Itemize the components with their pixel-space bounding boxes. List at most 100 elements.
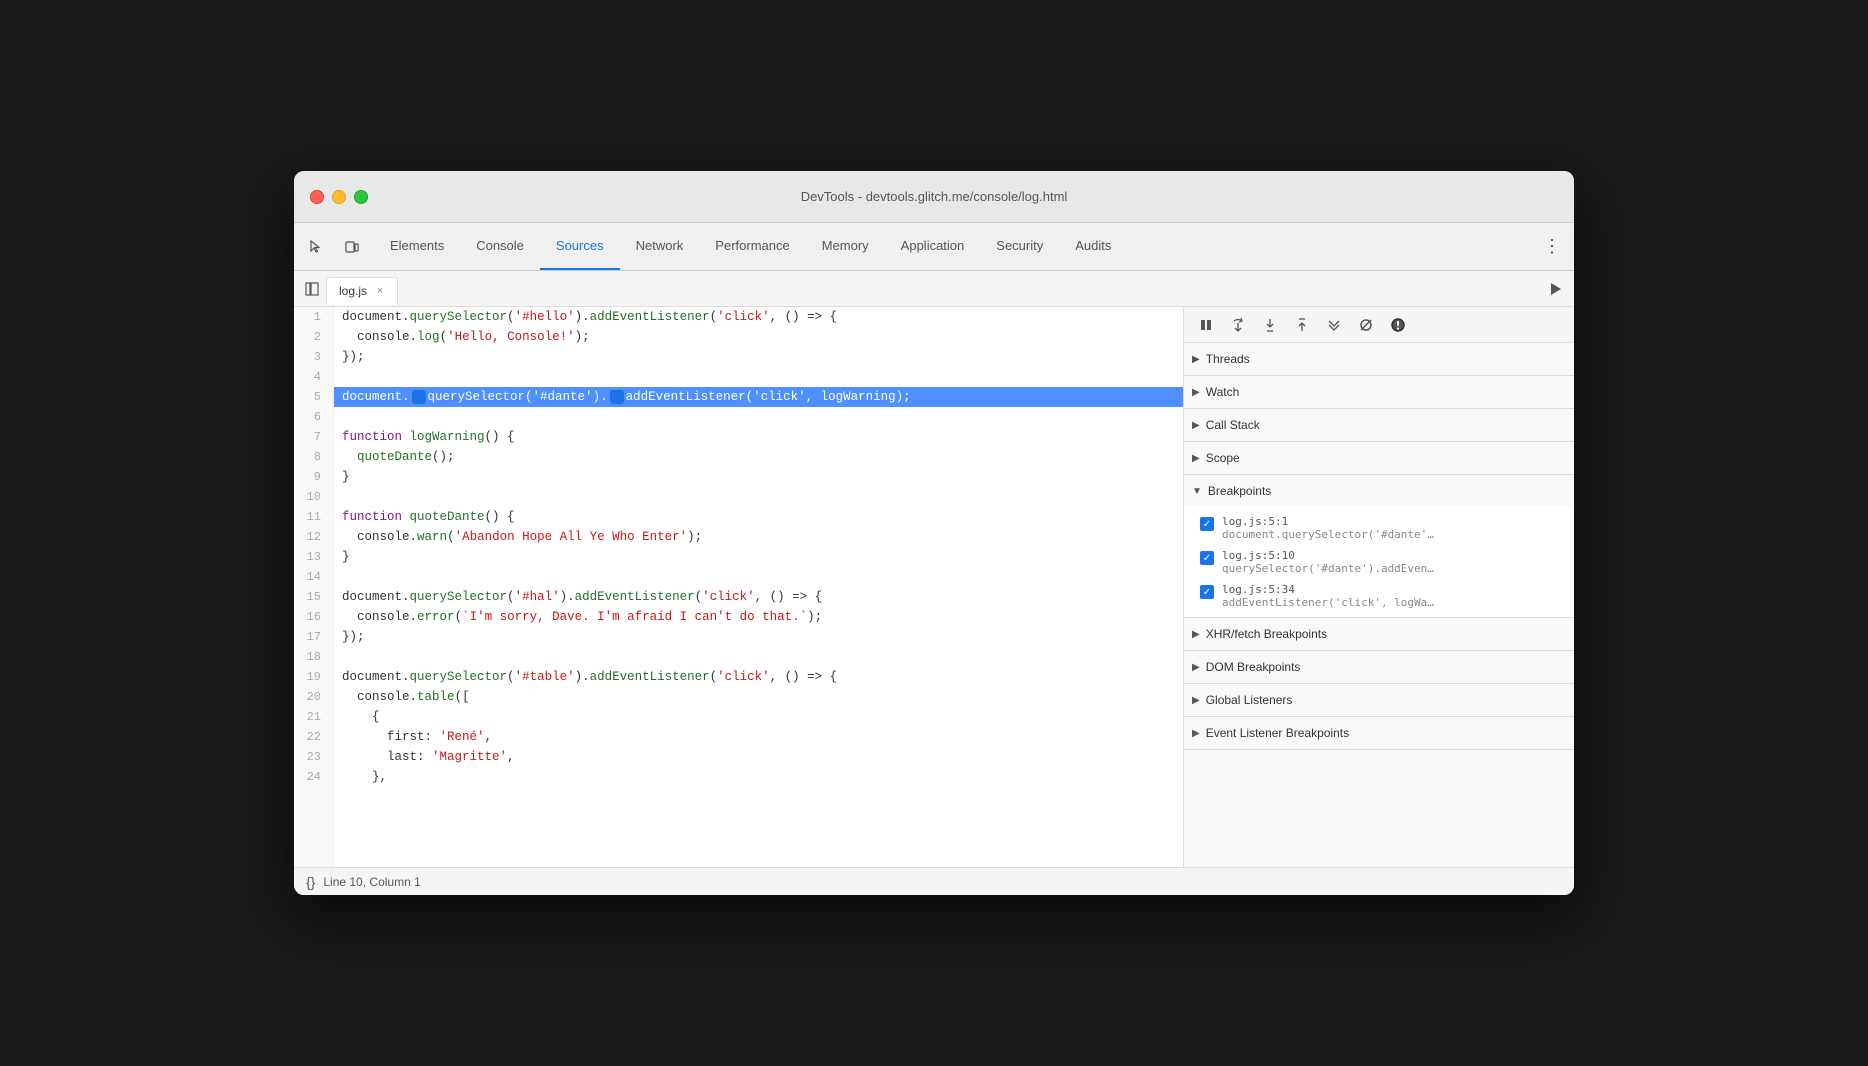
tab-application[interactable]: Application (885, 223, 981, 270)
breakpoint-preview-2: querySelector('#dante').addEven… (1222, 562, 1434, 575)
tab-sources[interactable]: Sources (540, 223, 620, 270)
callstack-section: Call Stack (1184, 409, 1574, 442)
global-triangle (1192, 695, 1200, 706)
maximize-button[interactable] (354, 190, 368, 204)
xhr-header[interactable]: XHR/fetch Breakpoints (1184, 618, 1574, 650)
tab-security[interactable]: Security (980, 223, 1059, 270)
right-panel: Threads Watch Call Stack (1184, 307, 1574, 867)
watch-triangle (1192, 387, 1200, 398)
devtools-icons (302, 233, 366, 261)
code-line-17: }); (342, 627, 1183, 647)
code-line-11: function quoteDante() { (342, 507, 1183, 527)
inspect-icon[interactable] (302, 233, 330, 261)
scope-header[interactable]: Scope (1184, 442, 1574, 474)
device-icon[interactable] (338, 233, 366, 261)
code-line-13: } (342, 547, 1183, 567)
breakpoint-location-3: log.js:5:34 (1222, 583, 1434, 596)
sources-panel-icon[interactable] (298, 275, 326, 303)
pause-button[interactable] (1192, 311, 1220, 339)
code-line-20: console.table([ (342, 687, 1183, 707)
dom-section: DOM Breakpoints (1184, 651, 1574, 684)
breakpoint-checkbox-1[interactable]: ✓ (1200, 517, 1214, 531)
code-line-3: }); (342, 347, 1183, 367)
watch-section: Watch (1184, 376, 1574, 409)
dom-header[interactable]: DOM Breakpoints (1184, 651, 1574, 683)
more-tabs-icon[interactable]: ⋮ (1538, 233, 1566, 261)
event-header[interactable]: Event Listener Breakpoints (1184, 717, 1574, 749)
breakpoint-checkbox-3[interactable]: ✓ (1200, 585, 1214, 599)
code-line-8: quoteDante(); (342, 447, 1183, 467)
code-line-14 (342, 567, 1183, 587)
tab-elements[interactable]: Elements (374, 223, 460, 270)
code-line-1: document.querySelector('#hello').addEven… (342, 307, 1183, 327)
format-icon[interactable]: {} (306, 874, 315, 890)
content-area: 1 2 3 4 5 6 7 8 9 10 11 12 13 14 (294, 307, 1574, 867)
minimize-button[interactable] (332, 190, 346, 204)
tab-performance[interactable]: Performance (699, 223, 805, 270)
file-tabbar-right (1542, 275, 1570, 303)
breakpoint-item-2: ✓ log.js:5:10 querySelector('#dante').ad… (1184, 545, 1574, 579)
threads-label: Threads (1206, 352, 1250, 366)
file-tab-logjs[interactable]: log.js × (326, 277, 398, 305)
code-line-2: console.log('Hello, Console!'); (342, 327, 1183, 347)
breakpoint-info-1: log.js:5:1 document.querySelector('#dant… (1222, 515, 1434, 541)
code-editor[interactable]: 1 2 3 4 5 6 7 8 9 10 11 12 13 14 (294, 307, 1184, 867)
watch-header[interactable]: Watch (1184, 376, 1574, 408)
file-tab-name: log.js (339, 284, 367, 298)
breakpoints-label: Breakpoints (1208, 484, 1271, 498)
xhr-section: XHR/fetch Breakpoints (1184, 618, 1574, 651)
code-line-6 (342, 407, 1183, 427)
debug-toolbar (1184, 307, 1574, 343)
tab-list: Elements Console Sources Network Perform… (374, 223, 1538, 270)
global-header[interactable]: Global Listeners (1184, 684, 1574, 716)
dom-triangle (1192, 662, 1200, 673)
scope-label: Scope (1206, 451, 1240, 465)
threads-triangle (1192, 354, 1200, 365)
step-out-button[interactable] (1288, 311, 1316, 339)
callstack-header[interactable]: Call Stack (1184, 409, 1574, 441)
code-line-18 (342, 647, 1183, 667)
run-snippet-icon[interactable] (1542, 275, 1570, 303)
file-tab-close[interactable]: × (373, 284, 387, 298)
breakpoints-header[interactable]: Breakpoints (1184, 475, 1574, 507)
close-button[interactable] (310, 190, 324, 204)
threads-section: Threads (1184, 343, 1574, 376)
devtools-tabbar: Elements Console Sources Network Perform… (294, 223, 1574, 271)
breakpoint-location-1: log.js:5:1 (1222, 515, 1434, 528)
breakpoints-section: Breakpoints ✓ log.js:5:1 document.queryS… (1184, 475, 1574, 618)
scope-triangle (1192, 453, 1200, 464)
breakpoint-checkbox-2[interactable]: ✓ (1200, 551, 1214, 565)
file-tabbar: log.js × (294, 271, 1574, 307)
tab-network[interactable]: Network (620, 223, 700, 270)
code-line-7: function logWarning() { (342, 427, 1183, 447)
line-numbers: 1 2 3 4 5 6 7 8 9 10 11 12 13 14 (294, 307, 334, 867)
step-button[interactable] (1320, 311, 1348, 339)
devtools-window: DevTools - devtools.glitch.me/console/lo… (294, 171, 1574, 895)
step-over-button[interactable] (1224, 311, 1252, 339)
code-content[interactable]: document.querySelector('#hello').addEven… (334, 307, 1183, 867)
event-triangle (1192, 728, 1200, 739)
code-line-16: console.error(`I'm sorry, Dave. I'm afra… (342, 607, 1183, 627)
code-line-9: } (342, 467, 1183, 487)
code-line-22: first: 'René', (342, 727, 1183, 747)
threads-header[interactable]: Threads (1184, 343, 1574, 375)
pause-on-exceptions-icon[interactable] (1384, 311, 1412, 339)
status-bar: {} Line 10, Column 1 (294, 867, 1574, 895)
event-section: Event Listener Breakpoints (1184, 717, 1574, 750)
global-section: Global Listeners (1184, 684, 1574, 717)
traffic-lights (310, 190, 368, 204)
event-label: Event Listener Breakpoints (1206, 726, 1349, 740)
tab-memory[interactable]: Memory (806, 223, 885, 270)
cursor-position: Line 10, Column 1 (323, 875, 420, 889)
code-line-24: }, (342, 767, 1183, 787)
callstack-triangle (1192, 420, 1200, 431)
code-line-23: last: 'Magritte', (342, 747, 1183, 767)
deactivate-breakpoints-icon[interactable] (1352, 311, 1380, 339)
step-into-button[interactable] (1256, 311, 1284, 339)
code-line-15: document.querySelector('#hal').addEventL… (342, 587, 1183, 607)
tab-audits[interactable]: Audits (1059, 223, 1127, 270)
code-line-10 (342, 487, 1183, 507)
devtools-main: log.js × 1 2 3 4 (294, 271, 1574, 895)
window-title: DevTools - devtools.glitch.me/console/lo… (801, 189, 1068, 204)
tab-console[interactable]: Console (460, 223, 540, 270)
